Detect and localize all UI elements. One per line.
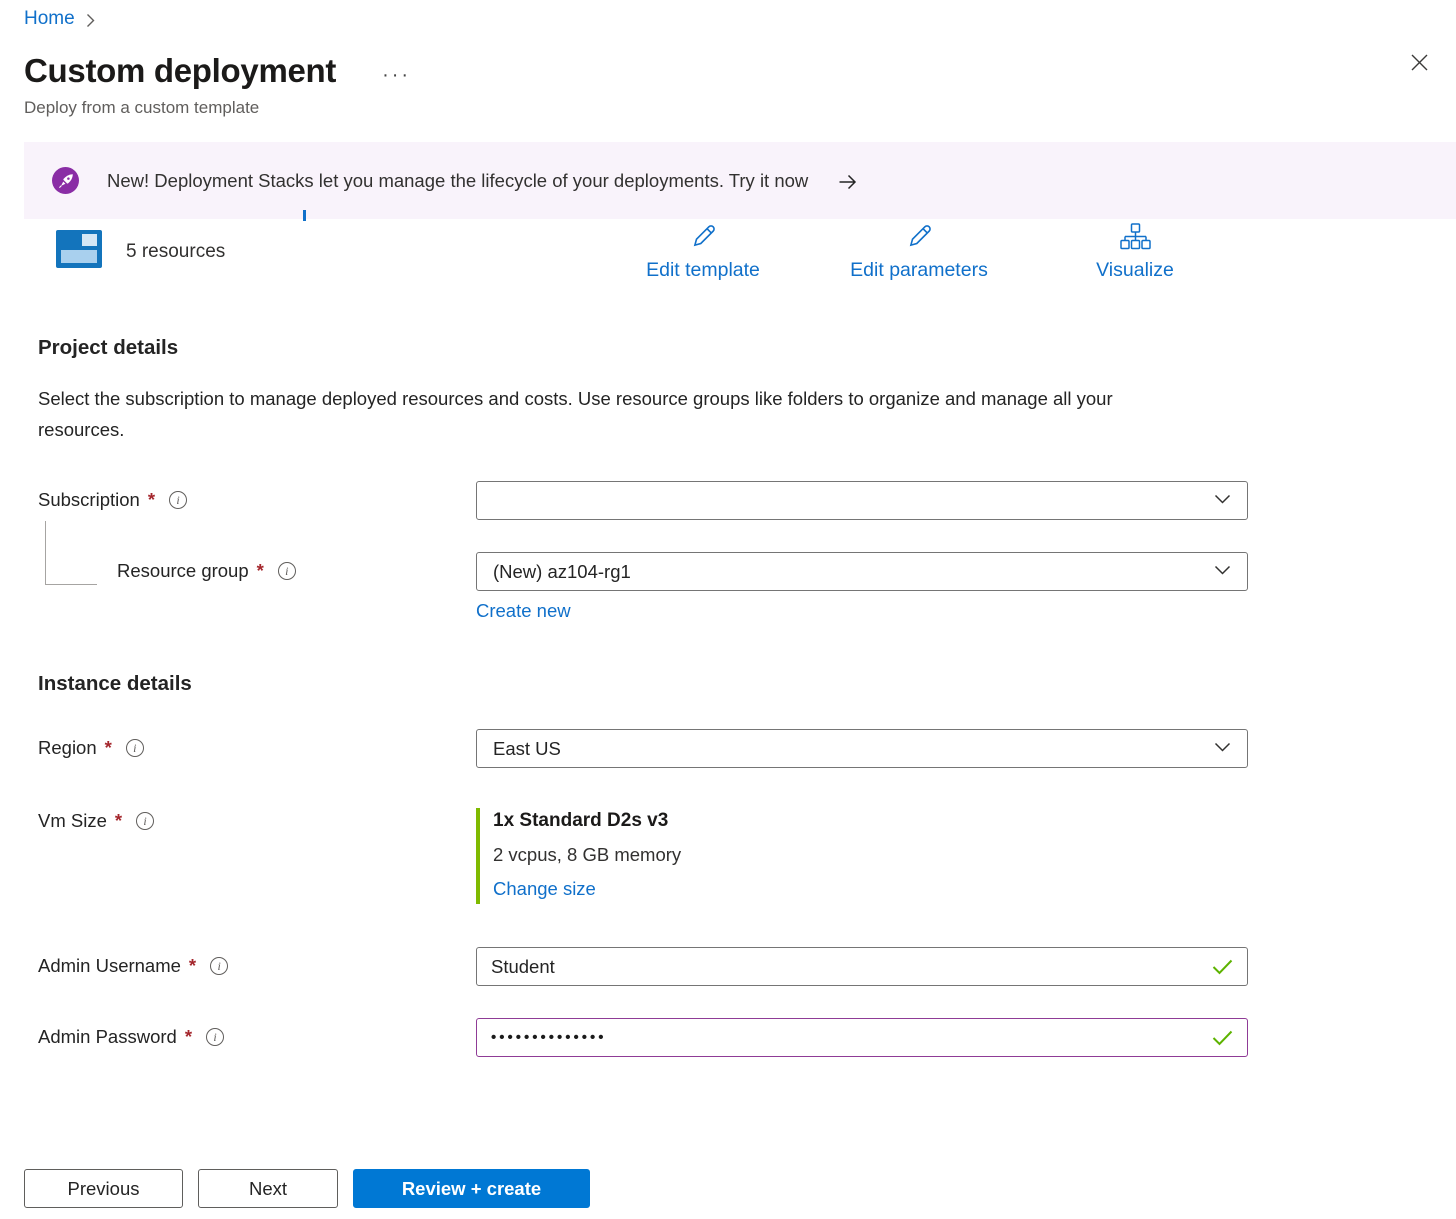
chevron-down-icon: [1214, 492, 1231, 510]
visualize-label: Visualize: [1096, 259, 1174, 282]
valid-check-icon: [1212, 1030, 1233, 1046]
edit-parameters-button[interactable]: Edit parameters: [814, 222, 1024, 282]
resources-summary: 5 resources: [56, 230, 225, 273]
admin-username-row: Admin Username * i: [38, 947, 1456, 986]
tree-connector: [45, 521, 97, 585]
vm-size-title: 1x Standard D2s v3: [493, 810, 1248, 832]
change-size-link[interactable]: Change size: [493, 878, 596, 899]
banner-text: New! Deployment Stacks let you manage th…: [107, 170, 808, 192]
admin-username-field: [476, 947, 1248, 986]
info-icon[interactable]: i: [278, 562, 296, 580]
page-subtitle: Deploy from a custom template: [0, 90, 1456, 118]
admin-password-label: Admin Password * i: [38, 1018, 476, 1048]
edit-template-button[interactable]: Edit template: [598, 222, 808, 282]
arrow-right-icon: [838, 174, 857, 190]
info-icon[interactable]: i: [126, 739, 144, 757]
resource-group-label: Resource group * i: [38, 552, 476, 582]
project-details-heading: Project details: [38, 336, 1456, 360]
vm-size-selection: 1x Standard D2s v3 2 vcpus, 8 GB memory …: [476, 808, 1248, 904]
region-value: East US: [493, 738, 561, 760]
region-row: Region * i East US: [38, 729, 1456, 768]
resources-count-label: 5 resources: [126, 241, 225, 263]
vm-size-detail: 2 vcpus, 8 GB memory: [493, 844, 1248, 866]
visualize-button[interactable]: Visualize: [1030, 222, 1240, 282]
custom-deployment-page: Home Custom deployment ··· Deploy from a…: [0, 0, 1456, 1219]
review-create-button[interactable]: Review + create: [353, 1169, 590, 1208]
rocket-icon: [52, 167, 79, 194]
template-icon: [56, 230, 102, 273]
resource-group-dropdown[interactable]: (New) az104-rg1: [476, 552, 1248, 591]
chevron-down-icon: [1214, 740, 1231, 758]
breadcrumb-home-link[interactable]: Home: [24, 8, 75, 30]
breadcrumb: Home: [0, 0, 1456, 30]
edit-parameters-label: Edit parameters: [850, 259, 988, 282]
admin-password-row: Admin Password * i ••••••••••••••: [38, 1018, 1456, 1057]
required-marker: *: [257, 560, 264, 582]
region-label: Region * i: [38, 729, 476, 759]
admin-username-input[interactable]: [491, 956, 1204, 978]
info-icon[interactable]: i: [136, 812, 154, 830]
template-toolbar: 5 resources Edit template Edit parameter…: [0, 222, 1456, 294]
admin-username-label: Admin Username * i: [38, 947, 476, 977]
close-button[interactable]: [1402, 48, 1436, 82]
admin-password-field: ••••••••••••••: [476, 1018, 1248, 1057]
chevron-down-icon: [1214, 563, 1231, 581]
pencil-icon: [905, 222, 934, 256]
required-marker: *: [105, 737, 112, 759]
valid-check-icon: [1212, 959, 1233, 975]
page-title: Custom deployment: [24, 52, 336, 90]
resource-group-value: (New) az104-rg1: [493, 561, 631, 583]
resource-group-row: Resource group * i (New) az104-rg1 Creat…: [38, 552, 1456, 622]
subscription-dropdown[interactable]: [476, 481, 1248, 520]
vm-size-label: Vm Size * i: [38, 808, 476, 832]
header: Custom deployment ···: [0, 30, 1456, 90]
create-new-link[interactable]: Create new: [476, 600, 571, 621]
region-dropdown[interactable]: East US: [476, 729, 1248, 768]
required-marker: *: [115, 810, 122, 832]
edit-template-label: Edit template: [646, 259, 760, 282]
required-marker: *: [148, 489, 155, 511]
next-button[interactable]: Next: [198, 1169, 338, 1208]
info-icon[interactable]: i: [210, 957, 228, 975]
footer-actions: Previous Next Review + create: [24, 1169, 590, 1208]
admin-password-input[interactable]: ••••••••••••••: [491, 1029, 1204, 1046]
project-details-description: Select the subscription to manage deploy…: [38, 383, 1188, 445]
close-icon: [1409, 52, 1430, 78]
more-options-button[interactable]: ···: [382, 64, 411, 87]
org-chart-icon: [1120, 222, 1151, 256]
info-icon[interactable]: i: [206, 1028, 224, 1046]
subscription-label: Subscription * i: [38, 481, 476, 511]
previous-button[interactable]: Previous: [24, 1169, 183, 1208]
pencil-icon: [689, 222, 718, 256]
subscription-row: Subscription * i: [38, 481, 1456, 520]
instance-details-heading: Instance details: [38, 672, 1456, 696]
chevron-right-icon: [85, 12, 96, 29]
deployment-stacks-banner[interactable]: New! Deployment Stacks let you manage th…: [24, 142, 1456, 219]
cut-off-element-fragment: [303, 210, 306, 221]
required-marker: *: [189, 955, 196, 977]
required-marker: *: [185, 1026, 192, 1048]
info-icon[interactable]: i: [169, 491, 187, 509]
vm-size-row: Vm Size * i 1x Standard D2s v3 2 vcpus, …: [38, 808, 1456, 904]
